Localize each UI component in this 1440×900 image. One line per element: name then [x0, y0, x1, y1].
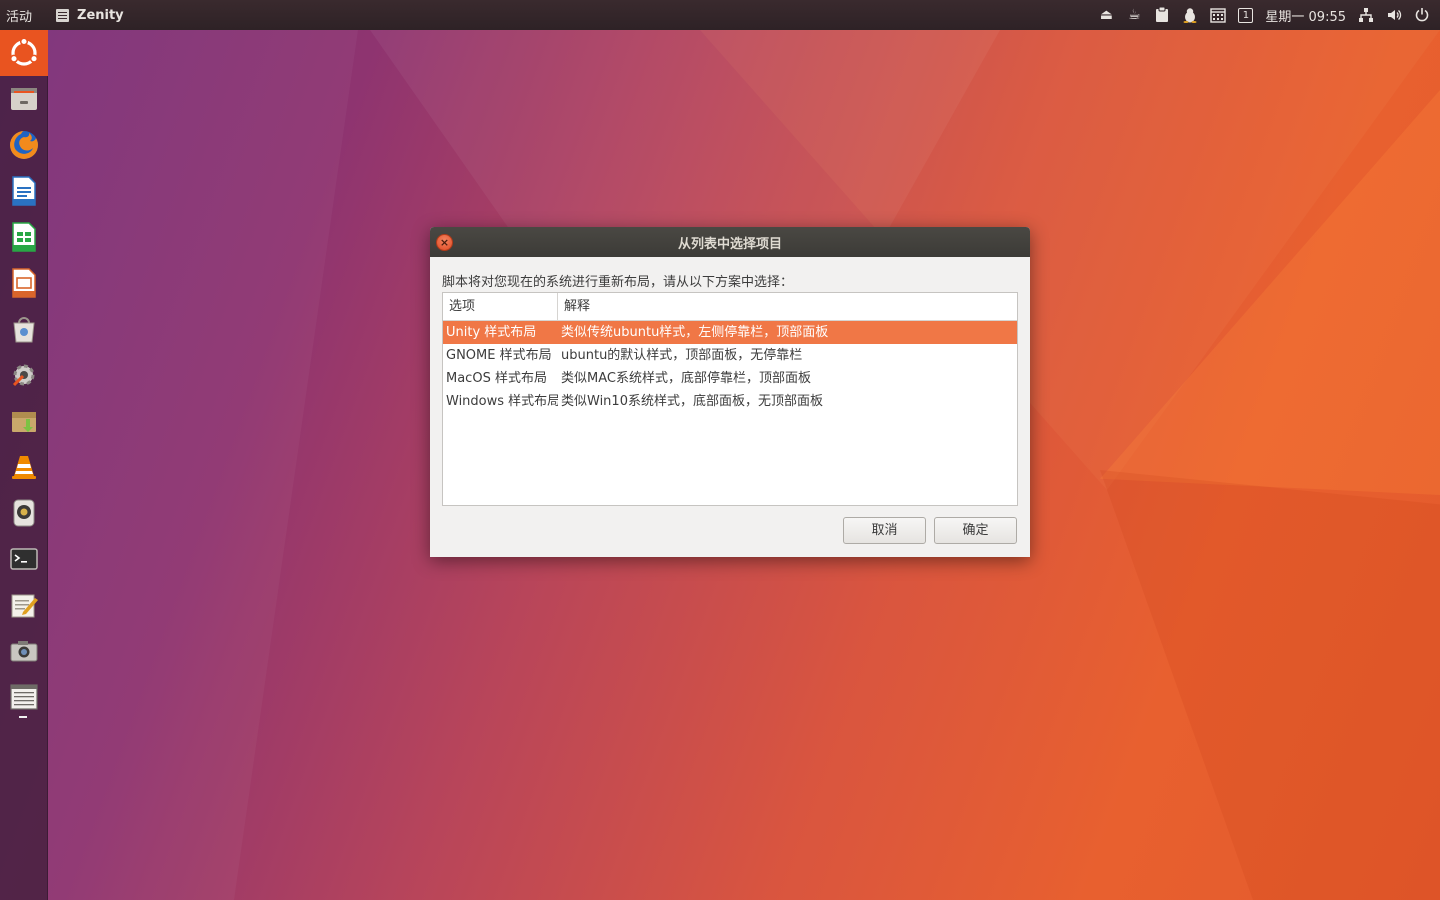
network-icon[interactable]	[1358, 7, 1374, 23]
row-description: ubuntu的默认样式，顶部面板，无停靠栏	[561, 348, 803, 363]
calc-icon	[12, 222, 36, 252]
row-description: 类似传统ubuntu样式，左侧停靠栏，顶部面板	[561, 325, 829, 340]
row-option: Unity 样式布局	[446, 325, 537, 340]
launcher	[0, 30, 48, 900]
eject-icon[interactable]: ⏏	[1098, 7, 1114, 23]
launcher-item-rhythmbox[interactable]	[0, 490, 48, 536]
app-menu-label: Zenity	[77, 7, 124, 23]
list-row[interactable]: Unity 样式布局 类似传统ubuntu样式，左侧停靠栏，顶部面板	[443, 321, 1017, 344]
workspace-number: 1	[1242, 9, 1250, 21]
ubuntu-dash-icon	[9, 37, 39, 66]
launcher-item-vlc[interactable]	[0, 444, 48, 490]
clock[interactable]: 星期一 09:55	[1265, 6, 1346, 25]
list-row[interactable]: GNOME 样式布局 ubuntu的默认样式，顶部面板，无停靠栏	[443, 344, 1017, 367]
launcher-item-screenshot[interactable]	[0, 628, 48, 674]
launcher-item-archive[interactable]	[0, 398, 48, 444]
list-header: 选项 解释	[443, 293, 1017, 321]
activities-button[interactable]: 活动	[0, 6, 42, 25]
row-description: 类似Win10系统样式，底部面板，无顶部面板	[561, 394, 823, 409]
ok-button[interactable]: 确定	[934, 517, 1017, 544]
system-settings-icon	[12, 364, 35, 387]
impress-icon	[12, 268, 36, 298]
cancel-button[interactable]: 取消	[843, 517, 926, 544]
app-menu[interactable]: Zenity	[42, 8, 124, 23]
row-option: GNOME 样式布局	[446, 348, 552, 363]
list-row[interactable]: MacOS 样式布局 类似MAC系统样式，底部停靠栏，顶部面板	[443, 367, 1017, 390]
wallpaper-facet	[1100, 90, 1440, 495]
launcher-item-software[interactable]	[0, 306, 48, 352]
row-option: MacOS 样式布局	[446, 371, 547, 386]
running-indicator	[19, 716, 27, 718]
caffeine-icon[interactable]: ☕	[1126, 7, 1142, 23]
list-row[interactable]: Windows 样式布局 类似Win10系统样式，底部面板，无顶部面板	[443, 390, 1017, 413]
archive-manager-icon	[12, 412, 36, 432]
launcher-item-terminal[interactable]	[0, 536, 48, 582]
wallpaper-facet	[1100, 470, 1440, 900]
launcher-item-dash[interactable]	[0, 30, 48, 76]
clipboard-icon[interactable]	[1154, 6, 1170, 23]
tux-icon[interactable]	[1182, 7, 1198, 23]
launcher-item-settings[interactable]	[0, 352, 48, 398]
row-description: 类似MAC系统样式，底部停靠栏，顶部面板	[561, 371, 811, 386]
app-menu-icon	[56, 8, 70, 22]
launcher-item-calc[interactable]	[0, 214, 48, 260]
launcher-item-text-editor[interactable]	[0, 582, 48, 628]
dialog-title: 从列表中选择项目	[677, 236, 782, 252]
vlc-icon	[12, 456, 36, 479]
screenshot-icon	[10, 641, 38, 662]
zenity-list-icon	[10, 684, 38, 710]
writer-icon	[12, 176, 36, 206]
software-center-icon	[13, 317, 35, 343]
launcher-item-files[interactable]	[0, 76, 48, 122]
dialog-prompt: 脚本将对您现在的系统进行重新布局，请从以下方案中选择：	[442, 275, 794, 290]
close-icon[interactable]: ×	[436, 234, 453, 251]
volume-icon[interactable]	[1386, 7, 1402, 23]
column-header-option[interactable]: 选项	[443, 293, 558, 320]
text-editor-icon	[11, 594, 38, 618]
top-panel: 活动 Zenity ⏏ ☕ 1 星期一 09:55	[0, 0, 1440, 30]
option-list[interactable]: 选项 解释 Unity 样式布局 类似传统ubuntu样式，左侧停靠栏，顶部面板…	[442, 292, 1018, 506]
calendar-icon[interactable]	[1210, 7, 1227, 23]
launcher-item-writer[interactable]	[0, 168, 48, 214]
power-icon[interactable]	[1414, 7, 1430, 23]
launcher-item-impress[interactable]	[0, 260, 48, 306]
workspace-indicator[interactable]: 1	[1238, 7, 1254, 23]
launcher-item-zenity[interactable]	[0, 674, 48, 720]
firefox-icon	[10, 131, 38, 159]
dialog-titlebar[interactable]: × 从列表中选择项目	[430, 227, 1030, 257]
file-manager-icon	[11, 88, 37, 110]
terminal-icon	[10, 548, 38, 570]
launcher-item-firefox[interactable]	[0, 122, 48, 168]
zenity-list-dialog: × 从列表中选择项目 脚本将对您现在的系统进行重新布局，请从以下方案中选择： 选…	[430, 227, 1030, 557]
column-header-description[interactable]: 解释	[558, 293, 1017, 320]
row-option: Windows 样式布局	[446, 394, 558, 409]
rhythmbox-icon	[13, 499, 35, 527]
